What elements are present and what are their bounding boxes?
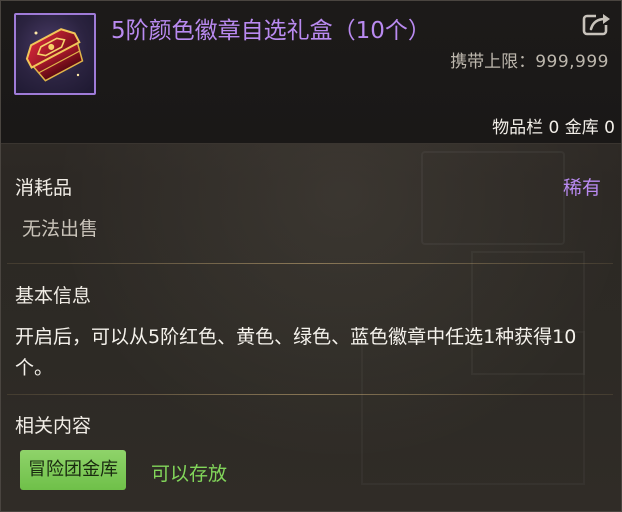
carry-limit-label: 携带上限: [450, 52, 519, 72]
carry-limit: 携带上限：999,999: [450, 47, 609, 72]
tooltip-header: 5阶颜色徽章自选礼盒（10个） 携带上限：999,999 物品栏 0 金库 0: [1, 1, 621, 144]
basic-info-title: 基本信息: [15, 285, 92, 307]
carry-limit-separator: ：: [518, 52, 536, 72]
share-export-icon[interactable]: [582, 11, 612, 37]
sell-restriction: 无法出售: [22, 218, 99, 240]
carry-limit-value: 999,999: [535, 52, 609, 72]
item-tooltip: 5阶颜色徽章自选礼盒（10个） 携带上限：999,999 物品栏 0 金库 0 …: [0, 0, 622, 512]
storage-count: 物品栏 0 金库 0: [492, 118, 615, 138]
background-decoration: [421, 151, 565, 245]
item-type: 消耗品: [15, 177, 73, 199]
gift-box-icon: [14, 13, 96, 95]
related-content-title: 相关内容: [15, 415, 92, 437]
item-rarity: 稀有: [562, 177, 601, 199]
section-divider: [7, 394, 613, 395]
section-divider: [7, 263, 613, 264]
item-title: 5阶颜色徽章自选礼盒（10个）: [111, 18, 431, 44]
basic-info-description: 开启后，可以从5阶红色、黄色、绿色、蓝色徽章中任选1种获得10个。: [15, 326, 577, 379]
adventure-vault-badge[interactable]: 冒险团金库: [20, 450, 126, 490]
storable-note: 可以存放: [151, 463, 228, 485]
